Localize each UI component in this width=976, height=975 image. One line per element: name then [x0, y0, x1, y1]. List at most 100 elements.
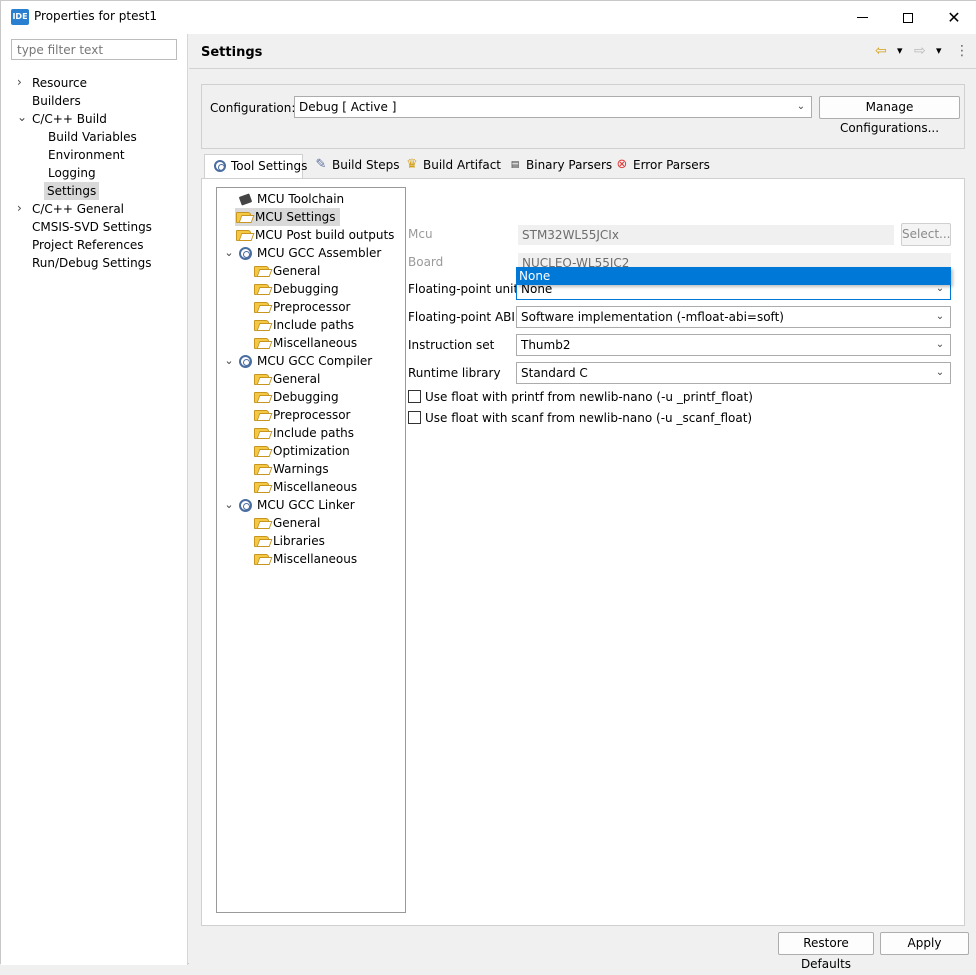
tab-label: Binary Parsers — [526, 158, 613, 172]
nav-item-logging[interactable]: Logging — [48, 164, 96, 182]
tree-item-assembler-preprocessor[interactable]: Preprocessor — [253, 298, 350, 316]
restore-defaults-button[interactable]: Restore Defaults — [778, 932, 874, 971]
folder-icon — [253, 407, 269, 423]
tree-item-assembler-general[interactable]: General — [253, 262, 320, 280]
configuration-select[interactable]: Debug [ Active ] ⌄ — [294, 96, 812, 118]
tree-item-mcu-gcc-assembler[interactable]: MCU GCC Assembler — [237, 244, 381, 262]
tree-item-mcu-gcc-linker[interactable]: MCU GCC Linker — [237, 496, 355, 514]
view-menu-icon[interactable]: ⋮ — [955, 42, 969, 60]
scanf-float-option[interactable]: Use float with scanf from newlib-nano (-… — [408, 411, 752, 425]
chevron-down-icon[interactable]: ⌄ — [17, 110, 29, 128]
nav-item-build-variables[interactable]: Build Variables — [48, 128, 137, 146]
tree-item-mcu-toolchain[interactable]: MCU Toolchain — [237, 190, 344, 208]
page-title: Settings — [201, 45, 263, 60]
chevron-down-icon: ⌄ — [796, 101, 806, 112]
back-dropdown-icon[interactable]: ▾ — [897, 42, 903, 60]
trophy-icon: ♛ — [406, 157, 418, 172]
back-arrow-icon[interactable]: ⇦ — [875, 42, 887, 60]
tree-item-assembler-miscellaneous[interactable]: Miscellaneous — [253, 334, 357, 352]
tree-item-mcu-gcc-compiler[interactable]: MCU GCC Compiler — [237, 352, 372, 370]
tree-item-assembler-debugging[interactable]: Debugging — [253, 280, 339, 298]
runtime-library-label: Runtime library — [408, 366, 501, 380]
folder-icon — [253, 317, 269, 333]
printf-float-checkbox[interactable] — [408, 390, 421, 403]
folder-icon — [253, 389, 269, 405]
chevron-down-icon: ⌄ — [935, 367, 945, 378]
tree-item-mcu-post-build-outputs[interactable]: MCU Post build outputs — [235, 226, 394, 244]
folder-icon — [253, 479, 269, 495]
tree-item-mcu-settings[interactable]: MCU Settings — [235, 208, 340, 226]
nav-item-resource[interactable]: Resource — [32, 74, 87, 92]
chevron-down-icon: ⌄ — [935, 339, 945, 350]
folder-icon — [235, 227, 251, 243]
runtime-library-value: Standard C — [521, 366, 588, 380]
tree-item-compiler-preprocessor[interactable]: Preprocessor — [253, 406, 350, 424]
tree-item-compiler-general[interactable]: General — [253, 370, 320, 388]
floating-point-abi-label: Floating-point ABI — [408, 310, 515, 324]
nav-item-environment[interactable]: Environment — [48, 146, 125, 164]
tab-label: Build Steps — [332, 158, 400, 172]
tree-item-compiler-include-paths[interactable]: Include paths — [253, 424, 354, 442]
properties-window: IDE Properties for ptest1 ✕ › Resource B… — [0, 0, 976, 971]
tree-item-linker-libraries[interactable]: Libraries — [253, 532, 325, 550]
tool-gear-icon — [237, 245, 253, 261]
nav-item-cpp-build[interactable]: C/C++ Build — [32, 110, 107, 128]
tree-item-linker-general[interactable]: General — [253, 514, 320, 532]
folder-icon — [253, 443, 269, 459]
nav-item-cmsis-svd-settings[interactable]: CMSIS-SVD Settings — [32, 218, 152, 236]
minimize-button[interactable] — [839, 1, 885, 34]
chevron-down-icon[interactable]: ⌄ — [223, 496, 235, 514]
filter-input[interactable] — [11, 39, 177, 60]
tool-gear-icon — [237, 497, 253, 513]
runtime-library-select[interactable]: Standard C ⌄ — [516, 362, 951, 384]
printf-float-option[interactable]: Use float with printf from newlib-nano (… — [408, 390, 753, 404]
select-mcu-button[interactable]: Select... — [901, 223, 951, 246]
board-label: Board — [408, 255, 444, 269]
tree-item-compiler-warnings[interactable]: Warnings — [253, 460, 329, 478]
tree-item-compiler-debugging[interactable]: Debugging — [253, 388, 339, 406]
window-title: Properties for ptest1 — [34, 9, 158, 23]
tree-item-compiler-optimization[interactable]: Optimization — [253, 442, 350, 460]
tool-settings-panel: MCU Toolchain MCU Settings MCU Post buil… — [201, 178, 965, 926]
tab-label: Tool Settings — [231, 159, 308, 173]
tree-item-compiler-miscellaneous[interactable]: Miscellaneous — [253, 478, 357, 496]
maximize-icon — [903, 12, 913, 23]
instruction-set-value: Thumb2 — [521, 338, 571, 352]
forward-dropdown-icon[interactable]: ▾ — [936, 42, 942, 60]
tree-item-linker-miscellaneous[interactable]: Miscellaneous — [253, 550, 357, 568]
folder-icon — [253, 425, 269, 441]
chevron-right-icon[interactable]: › — [17, 75, 29, 93]
tab-error-parsers[interactable]: ⊗ Error Parsers — [607, 154, 710, 178]
tab-build-steps[interactable]: ✎ Build Steps — [306, 154, 400, 178]
close-button[interactable]: ✕ — [931, 1, 976, 34]
nav-item-run-debug-settings[interactable]: Run/Debug Settings — [32, 254, 152, 272]
tree-item-assembler-include-paths[interactable]: Include paths — [253, 316, 354, 334]
tool-settings-icon — [212, 158, 228, 174]
configuration-value: Debug [ Active ] — [299, 100, 397, 114]
instruction-set-label: Instruction set — [408, 338, 495, 352]
mcu-value-field: STM32WL55JCIx — [518, 225, 894, 245]
chip-icon — [237, 191, 253, 207]
chevron-right-icon[interactable]: › — [17, 201, 29, 219]
manage-configurations-button[interactable]: Manage Configurations... — [819, 96, 960, 135]
dropdown-option-none[interactable]: None — [517, 268, 950, 284]
chevron-down-icon[interactable]: ⌄ — [223, 244, 235, 262]
instruction-set-select[interactable]: Thumb2 ⌄ — [516, 334, 951, 356]
forward-arrow-icon[interactable]: ⇨ — [914, 42, 926, 60]
tab-tool-settings[interactable]: Tool Settings — [204, 154, 307, 179]
folder-icon — [253, 371, 269, 387]
nav-item-builders[interactable]: Builders — [32, 92, 81, 110]
nav-item-settings[interactable]: Settings — [44, 182, 100, 200]
tool-gear-icon — [237, 353, 253, 369]
tab-build-artifact[interactable]: ♛ Build Artifact — [397, 154, 501, 178]
scanf-float-checkbox[interactable] — [408, 411, 421, 424]
nav-item-cpp-general[interactable]: C/C++ General — [32, 200, 124, 218]
tab-binary-parsers[interactable]: ▤ Binary Parsers — [500, 154, 612, 178]
maximize-button[interactable] — [885, 1, 931, 34]
nav-item-project-references[interactable]: Project References — [32, 236, 144, 254]
apply-button[interactable]: Apply — [880, 932, 969, 955]
chevron-down-icon[interactable]: ⌄ — [223, 352, 235, 370]
floating-point-abi-select[interactable]: Software implementation (-mfloat-abi=sof… — [516, 306, 951, 328]
printf-float-label: Use float with printf from newlib-nano (… — [425, 390, 753, 404]
folder-icon — [253, 461, 269, 477]
